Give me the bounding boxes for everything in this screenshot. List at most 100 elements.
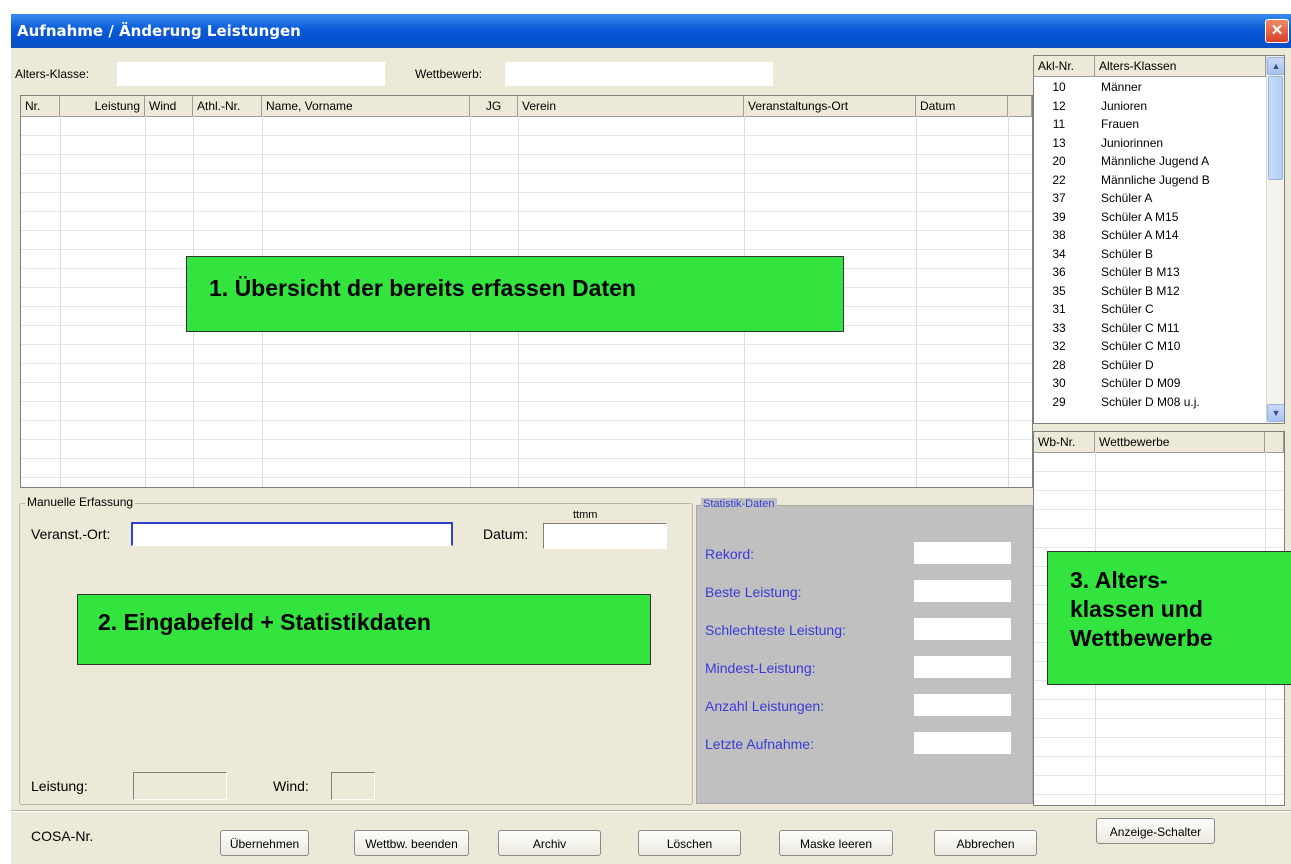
grid-row-line [1034,775,1284,776]
stat-value-box [914,656,1011,678]
wind-input[interactable] [331,772,375,800]
akl-row[interactable]: 35 Schüler B M12 [1034,282,1266,300]
akl-row[interactable]: 10 Männer [1034,78,1266,96]
grid-row-line [1034,737,1284,738]
datum-input[interactable] [543,523,667,549]
akl-row[interactable]: 11 Frauen [1034,115,1266,133]
akl-row[interactable]: 33 Schüler C M11 [1034,319,1266,337]
grid-row-line [1034,547,1284,548]
akl-row[interactable]: 38 Schüler A M14 [1034,226,1266,244]
akl-row[interactable]: 29 Schüler D M08 u.j. [1034,393,1266,411]
stat-value-box [914,542,1011,564]
akl-row-nr: 22 [1052,172,1066,187]
scroll-up-icon[interactable]: ▲ [1267,57,1284,75]
akl-row-nr: 13 [1052,135,1066,150]
akl-row[interactable]: 36 Schüler B M13 [1034,263,1266,281]
scroll-thumb[interactable] [1268,76,1283,180]
stat-label: Rekord: [705,546,755,562]
col-wb-nr[interactable]: Wb-Nr. [1034,432,1095,452]
grid-row-line [21,192,1032,193]
akl-row-name: Junioren [1101,98,1148,113]
scroll-down-icon[interactable]: ▼ [1267,404,1284,422]
col-wettbewerbe[interactable]: Wettbewerbe [1095,432,1265,452]
col-name[interactable]: Name, Vorname [262,96,470,116]
akl-row-name: Schüler C [1101,302,1154,316]
akl-scrollbar[interactable]: ▲ ▼ [1266,56,1284,423]
akl-row-name: Männliche Jugend A [1101,154,1210,168]
akl-row-nr: 39 [1052,209,1066,224]
col-jg[interactable]: JG [470,96,518,116]
grid-row-line [1034,471,1284,472]
akl-row[interactable]: 32 Schüler C M10 [1034,337,1266,355]
wettbewerb-field[interactable] [505,62,773,86]
table-header: Nr. Leistung Wind Athl.-Nr. Name, Vornam… [21,96,1032,117]
col-leistung[interactable]: Leistung [60,96,145,116]
leistung-input[interactable] [133,772,227,800]
col-alters-klassen[interactable]: Alters-Klassen [1095,56,1266,76]
grid-row-line [21,458,1032,459]
akl-row-nr: 36 [1052,265,1066,279]
stat-value-box [914,580,1011,602]
loeschen-button[interactable]: Löschen [638,830,741,856]
stat-label: Anzahl Leistungen: [705,698,825,714]
veranst-ort-input[interactable] [131,522,453,546]
grid-row-line [21,439,1032,440]
callout-classes-line2: klassen und [1070,596,1203,622]
akl-row[interactable]: 13 Juniorinnen [1034,134,1266,152]
akl-row[interactable]: 34 Schüler B [1034,245,1266,263]
grid-column-line [145,116,146,487]
akl-row[interactable]: 28 Schüler D [1034,356,1266,374]
akl-row-nr: 12 [1052,98,1066,113]
col-extra [1008,96,1032,116]
grid-row-line [1034,528,1284,529]
akl-row[interactable]: 22 Männliche Jugend B [1034,171,1266,189]
stat-label: Mindest-Leistung: [705,660,816,676]
alters-klasse-field[interactable] [117,62,385,86]
akl-row[interactable]: 20 Männliche Jugend A [1034,152,1266,170]
close-button[interactable]: ✕ [1265,19,1289,43]
akl-row[interactable]: 37 Schüler A [1034,189,1266,207]
akl-row-nr: 37 [1052,191,1066,205]
col-athl-nr[interactable]: Athl.-Nr. [193,96,262,116]
col-wind[interactable]: Wind [145,96,193,116]
akl-row-name: Schüler C M11 [1101,320,1180,335]
grid-row-line [21,211,1032,212]
grid-row-line [21,401,1032,402]
wind-label: Wind: [273,778,309,794]
akl-row[interactable]: 30 Schüler D M09 [1034,374,1266,392]
alters-klasse-label: Alters-Klasse: [15,67,90,81]
akl-row-name: Frauen [1101,117,1140,131]
col-verein[interactable]: Verein [518,96,744,116]
abbrechen-button[interactable]: Abbrechen [934,830,1037,856]
uebernehmen-button[interactable]: Übernehmen [220,830,309,856]
akl-row-name: Schüler C M10 [1101,339,1181,353]
grid-row-line [1034,718,1284,719]
akl-row-nr: 32 [1052,339,1066,353]
archiv-button[interactable]: Archiv [498,830,601,856]
akl-row-nr: 30 [1052,376,1066,390]
anzeige-schalter-button[interactable]: Anzeige-Schalter [1096,818,1215,844]
wettbewerb-beenden-button[interactable]: Wettbw. beenden [354,830,469,856]
callout-overview: 1. Übersicht der bereits erfassen Daten [186,256,844,332]
window-title: Aufnahme / Änderung Leistungen [17,22,301,40]
akl-row-name: Schüler B M12 [1101,283,1180,298]
maske-leeren-button[interactable]: Maske leeren [779,830,893,856]
statistik-label: Statistik-Daten [701,498,777,510]
akl-row[interactable]: 12 Junioren [1034,97,1266,115]
akl-row-nr: 35 [1052,283,1066,298]
akl-row[interactable]: 31 Schüler C [1034,300,1266,318]
grid-row-line [1034,756,1284,757]
stat-value-box [914,618,1011,640]
col-datum[interactable]: Datum [916,96,1008,116]
akl-row[interactable]: 39 Schüler A M15 [1034,208,1266,226]
col-veranstaltungs-ort[interactable]: Veranstaltungs-Ort [744,96,916,116]
altersklassen-table[interactable]: Akl-Nr. Alters-Klassen 10 Männer 12 Juniore… [1033,55,1285,424]
title-bar[interactable]: Aufnahme / Änderung Leistungen ✕ [11,14,1291,48]
col-akl-nr[interactable]: Akl-Nr. [1034,56,1095,76]
col-nr[interactable]: Nr. [21,96,60,116]
akl-row-name: Männliche Jugend B [1101,172,1210,187]
akl-row-nr: 20 [1052,154,1066,168]
akl-row-name: Schüler D M09 [1101,376,1181,390]
akl-row-name: Schüler A [1101,191,1153,205]
stat-value-box [914,732,1011,754]
